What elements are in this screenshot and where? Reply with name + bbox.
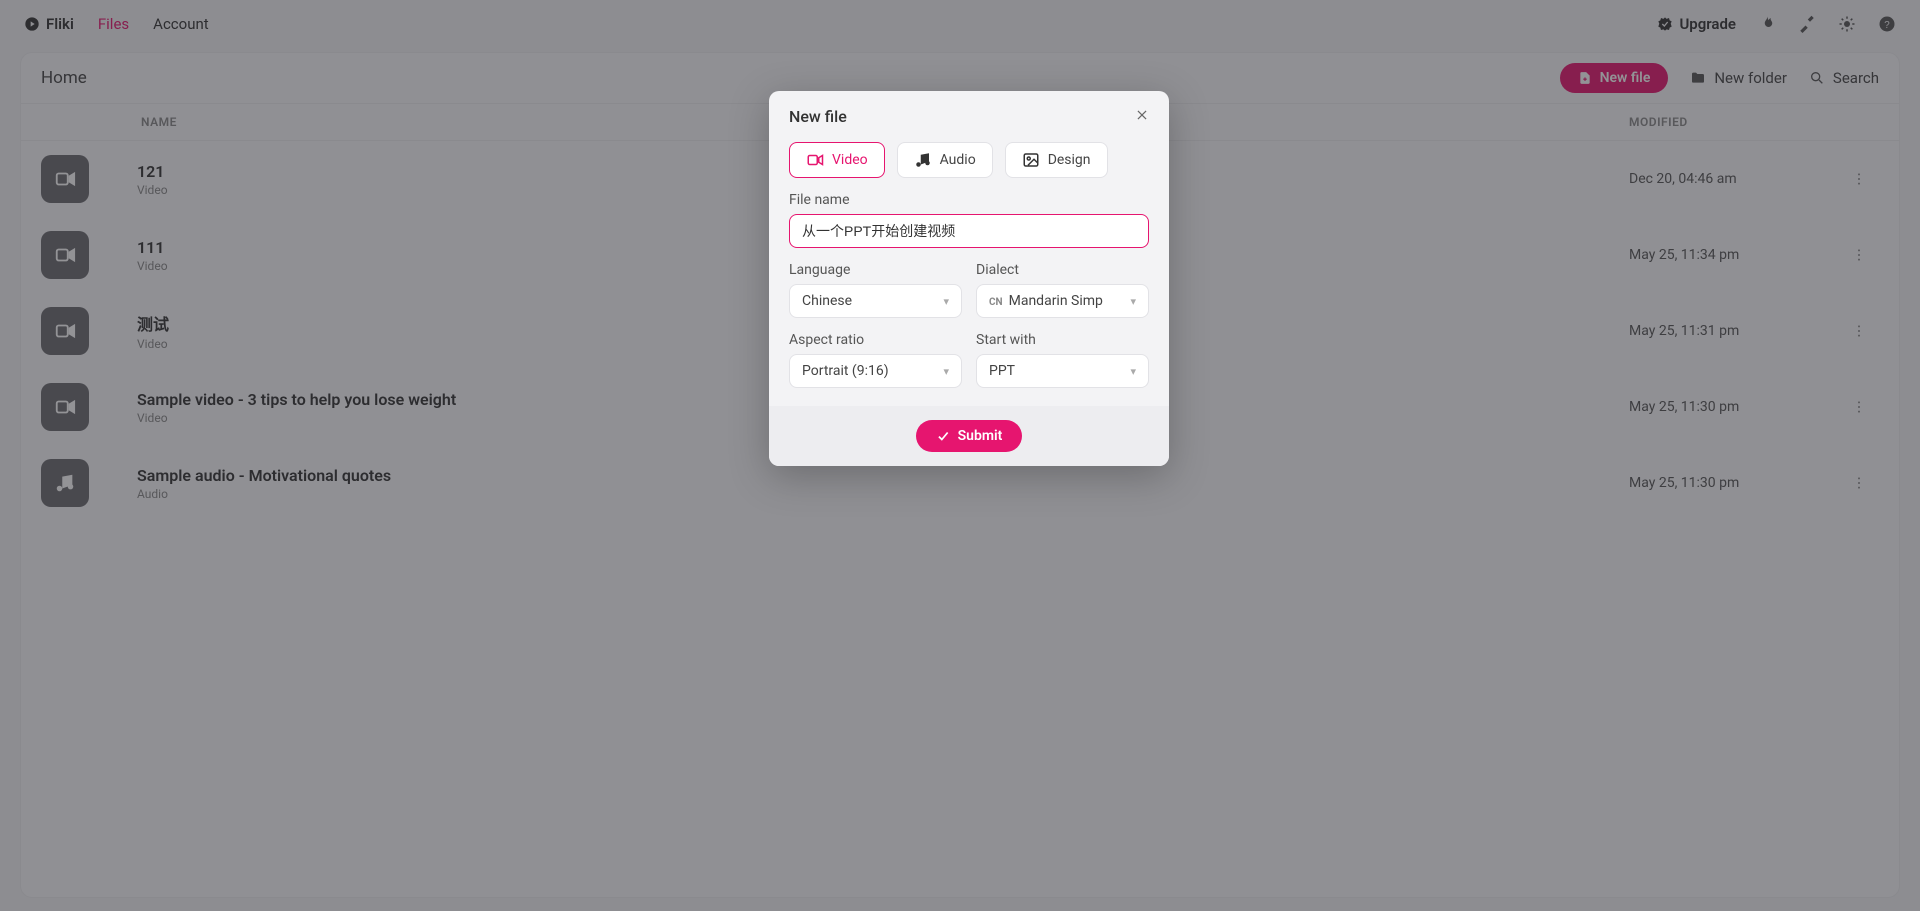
file-name-input[interactable]: [789, 214, 1149, 248]
modal-title: New file: [789, 107, 847, 126]
aspect-ratio-select[interactable]: Portrait (9:16) ▾: [789, 354, 962, 388]
music-icon: [914, 151, 932, 169]
aspect-ratio-value: Portrait (9:16): [802, 363, 889, 379]
chevron-down-icon: ▾: [1130, 295, 1136, 308]
modal-body: Video Audio Design File name Language Ch…: [769, 134, 1169, 406]
file-type-tabs: Video Audio Design: [789, 142, 1149, 178]
tab-design-label: Design: [1048, 152, 1091, 168]
modal-header: New file: [769, 91, 1169, 134]
new-file-modal: New file Video Audio Design File name La…: [769, 91, 1169, 466]
dialect-label: Dialect: [976, 262, 1149, 278]
dialect-text: Mandarin Simp: [1009, 293, 1103, 309]
chevron-down-icon: ▾: [1130, 365, 1136, 378]
video-icon: [806, 151, 824, 169]
check-icon: [936, 429, 950, 443]
close-icon: [1135, 108, 1149, 122]
language-label: Language: [789, 262, 962, 278]
start-with-select[interactable]: PPT ▾: [976, 354, 1149, 388]
chevron-down-icon: ▾: [943, 295, 949, 308]
tab-video[interactable]: Video: [789, 142, 885, 178]
submit-button[interactable]: Submit: [916, 420, 1023, 452]
aspect-ratio-label: Aspect ratio: [789, 332, 962, 348]
modal-close-button[interactable]: [1135, 107, 1149, 126]
start-with-label: Start with: [976, 332, 1149, 348]
file-name-label: File name: [789, 192, 1149, 208]
dialect-value: CN Mandarin Simp: [989, 293, 1103, 309]
submit-label: Submit: [958, 428, 1003, 444]
language-value: Chinese: [802, 293, 852, 309]
chevron-down-icon: ▾: [943, 365, 949, 378]
start-with-value: PPT: [989, 363, 1015, 379]
dialect-select[interactable]: CN Mandarin Simp ▾: [976, 284, 1149, 318]
modal-footer: Submit: [769, 406, 1169, 466]
tab-audio-label: Audio: [940, 152, 976, 168]
image-icon: [1022, 151, 1040, 169]
tab-video-label: Video: [832, 152, 868, 168]
tab-audio[interactable]: Audio: [897, 142, 993, 178]
language-select[interactable]: Chinese ▾: [789, 284, 962, 318]
dialect-flag: CN: [989, 297, 1003, 308]
tab-design[interactable]: Design: [1005, 142, 1108, 178]
